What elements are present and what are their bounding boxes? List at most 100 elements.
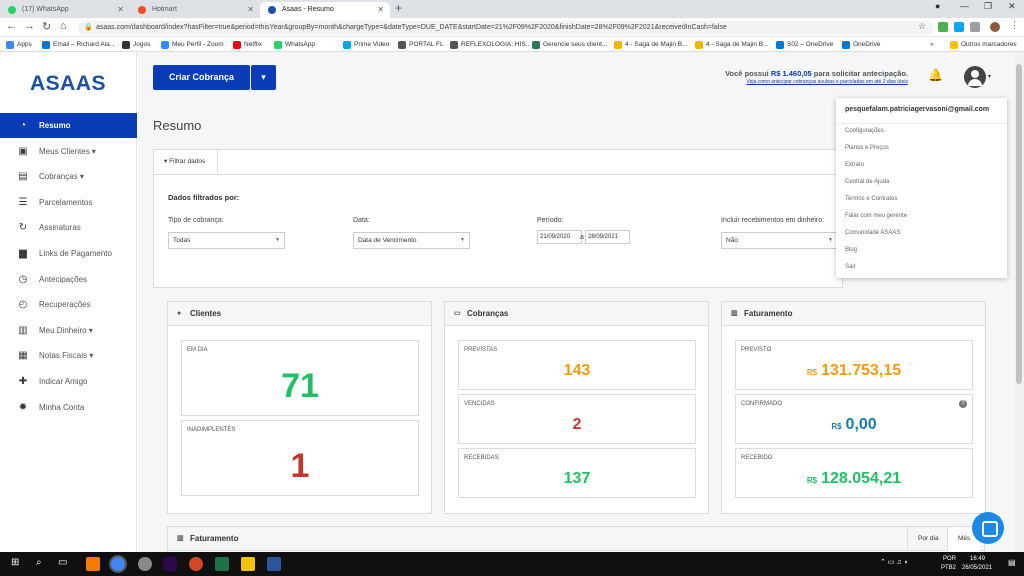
user-menu-item[interactable]: Termos e Contratos <box>845 196 897 202</box>
bookmark-onedrive[interactable]: OneDrive <box>842 39 880 50</box>
bookmark-saga-1[interactable]: 4 - Saga de Majin B... <box>614 39 688 50</box>
sidebar-item-refresh[interactable]: ↻ Assinaturas <box>0 215 137 240</box>
notification-icon[interactable]: ▤ <box>1008 558 1016 567</box>
sidebar-item-bank[interactable]: ▥ Meu Dinheiro ▾ <box>0 318 137 343</box>
windows-start-icon[interactable]: ⊞ <box>11 557 19 568</box>
recebidas-box[interactable]: Recebidas 137 <box>458 448 696 498</box>
forward-icon[interactable]: → <box>24 20 35 32</box>
bookmark-zoom[interactable]: Meu Perfil - Zoom <box>161 39 224 50</box>
periodo-start-input[interactable]: 21/09/2020 <box>537 230 582 244</box>
tab-por-dia[interactable]: Por dia <box>907 527 949 551</box>
confirmado-box[interactable]: Confirmado ? R$ 0,00 <box>735 394 973 444</box>
criar-cobranca-button[interactable]: Criar Cobrança <box>153 65 250 90</box>
tab-asaas[interactable]: Asaas - Resumo ✕ <box>260 2 390 18</box>
clock-time[interactable]: 16:49 <box>970 556 985 562</box>
minimize-icon[interactable]: — <box>960 1 969 11</box>
bookmark-prime[interactable]: Prime Video <box>343 39 389 50</box>
premiere-icon[interactable] <box>163 557 177 571</box>
bookmark-email[interactable]: Email – Richard Ala... <box>42 39 115 50</box>
user-menu-item[interactable]: Central de Ajuda <box>845 179 889 185</box>
lock-icon[interactable]: 🔒 <box>84 21 93 35</box>
profile-icon[interactable]: ● <box>935 1 940 11</box>
user-menu-item[interactable]: Configurações <box>845 128 884 134</box>
chat-support-button[interactable] <box>972 512 1004 544</box>
file-explorer-icon[interactable] <box>241 557 255 571</box>
home-icon[interactable]: ⌂ <box>60 20 67 32</box>
new-tab-button[interactable]: + <box>395 1 402 15</box>
language-indicator[interactable]: POR <box>943 556 956 562</box>
extension-icon[interactable] <box>970 22 980 32</box>
sidebar-item-contacts[interactable]: ▣ Meus Clientes ▾ <box>0 139 137 164</box>
excel-icon[interactable] <box>215 557 229 571</box>
inadimplentes-box[interactable]: Inadimplentes 1 <box>181 420 419 496</box>
user-menu-item[interactable]: Blog <box>845 247 857 253</box>
tipo-select[interactable]: Todas ▼ <box>168 232 285 249</box>
close-tab-icon[interactable]: ✕ <box>377 2 384 18</box>
sidebar-item-add-user[interactable]: ✚ Indicar Amigo <box>0 369 137 394</box>
maximize-icon[interactable]: ❐ <box>984 1 992 12</box>
keyboard-layout[interactable]: PTB2 <box>941 565 956 571</box>
sidebar-item-clock[interactable]: ◷ Antecipações <box>0 267 137 292</box>
user-menu-item[interactable]: Comunidade ASAAS <box>845 230 900 236</box>
tab-whatsapp[interactable]: (17) WhatsApp ✕ <box>0 2 130 18</box>
close-window-icon[interactable]: ✕ <box>1008 1 1016 12</box>
powerpoint-icon[interactable] <box>189 557 203 571</box>
vencidas-box[interactable]: Vencidas 2 <box>458 394 696 444</box>
user-avatar-icon[interactable] <box>964 66 986 88</box>
search-icon[interactable]: ⌕ <box>36 557 42 568</box>
url-field[interactable]: 🔒 asaas.com/dashboard/index?hasFilter=tr… <box>78 21 933 35</box>
user-menu-item[interactable]: Falar com meu gerente <box>845 213 907 219</box>
chevron-down-icon[interactable]: ▾ <box>988 73 991 80</box>
sidebar-item-briefcase[interactable]: ▆ Links de Pagamento <box>0 241 137 266</box>
filtrar-dados-tab[interactable]: ▾ Filtrar dados <box>154 150 218 174</box>
bookmark-whatsapp[interactable]: WhatsApp <box>274 39 315 50</box>
periodo-end-input[interactable]: 28/09/2021 <box>585 230 630 244</box>
em-dia-box[interactable]: Em dia 71 <box>181 340 419 416</box>
sidebar-item-document[interactable]: ▦ Notas Fiscais ▾ <box>0 343 137 368</box>
bookmark-outros[interactable]: Outros marcadores <box>950 39 1017 50</box>
game-app-icon[interactable] <box>86 557 100 571</box>
close-tab-icon[interactable]: ✕ <box>247 2 254 18</box>
bookmark-portal[interactable]: PORTAL FL <box>398 39 444 50</box>
scrollbar-thumb[interactable] <box>1016 64 1022 384</box>
star-icon[interactable]: ☆ <box>918 21 926 32</box>
page-scrollbar[interactable] <box>1014 52 1024 552</box>
bookmarks-overflow[interactable]: » <box>930 39 934 50</box>
bookmark-reflexologia[interactable]: REFLEXOLOGIA: HIS... <box>450 39 531 50</box>
sidebar-item-list[interactable]: ☰ Parcelamentos <box>0 190 137 215</box>
criar-cobranca-dropdown-button[interactable]: ▾ <box>251 65 276 90</box>
word-icon[interactable] <box>267 557 281 571</box>
previstas-box[interactable]: Previstas 143 <box>458 340 696 390</box>
bookmark-netflix[interactable]: Netflix <box>233 39 262 50</box>
data-select[interactable]: Data de Vencimento ▼ <box>353 232 470 249</box>
user-menu-item[interactable]: Planos e Preços <box>845 145 889 151</box>
more-icon[interactable]: ⋮ <box>1010 20 1019 31</box>
chrome-icon[interactable] <box>111 557 125 571</box>
extension-icon[interactable] <box>938 22 948 32</box>
back-icon[interactable]: ← <box>6 20 17 32</box>
close-tab-icon[interactable]: ✕ <box>117 2 124 18</box>
user-menu-item[interactable]: Sair <box>845 264 856 270</box>
bookmark-gerencie[interactable]: Gerencie seus client... <box>532 39 607 50</box>
tab-hotmart[interactable]: Hotmart ✕ <box>130 2 260 18</box>
sidebar-item-money[interactable]: ▤ Cobranças ▾ <box>0 164 137 189</box>
sidebar-item-dashboard[interactable]: ◔ Resumo <box>0 113 137 138</box>
reload-icon[interactable]: ↻ <box>42 20 51 33</box>
user-avatar-icon[interactable] <box>990 22 1000 32</box>
extension-icon[interactable] <box>954 22 964 32</box>
incluir-select[interactable]: Não ▼ <box>721 232 838 249</box>
recebido-box[interactable]: Recebido R$ 128.054,21 <box>735 448 973 498</box>
previsto-box[interactable]: Previsto R$ 131.753,15 <box>735 340 973 390</box>
sidebar-item-recover[interactable]: ◴ Recuperações <box>0 292 137 317</box>
bookmark-saga-2[interactable]: 4 - Saga de Majin B... <box>695 39 769 50</box>
app-icon[interactable] <box>138 557 152 571</box>
bookmark-jogos[interactable]: Jogos <box>122 39 150 50</box>
user-menu-item[interactable]: Extrato <box>845 162 864 168</box>
help-icon[interactable]: ? <box>959 400 967 408</box>
bookmark-s02-onedrive[interactable]: S02 – OneDrive <box>776 39 833 50</box>
asaas-logo[interactable]: ASAAS <box>30 72 106 96</box>
task-view-icon[interactable]: ▭ <box>58 557 67 568</box>
notifications-bell-icon[interactable]: 🔔 <box>928 68 943 82</box>
antecipacao-link[interactable]: Veja como antecipar cobranças avulsas e … <box>668 79 908 85</box>
sidebar-item-gear[interactable]: ✹ Minha Conta <box>0 395 137 420</box>
